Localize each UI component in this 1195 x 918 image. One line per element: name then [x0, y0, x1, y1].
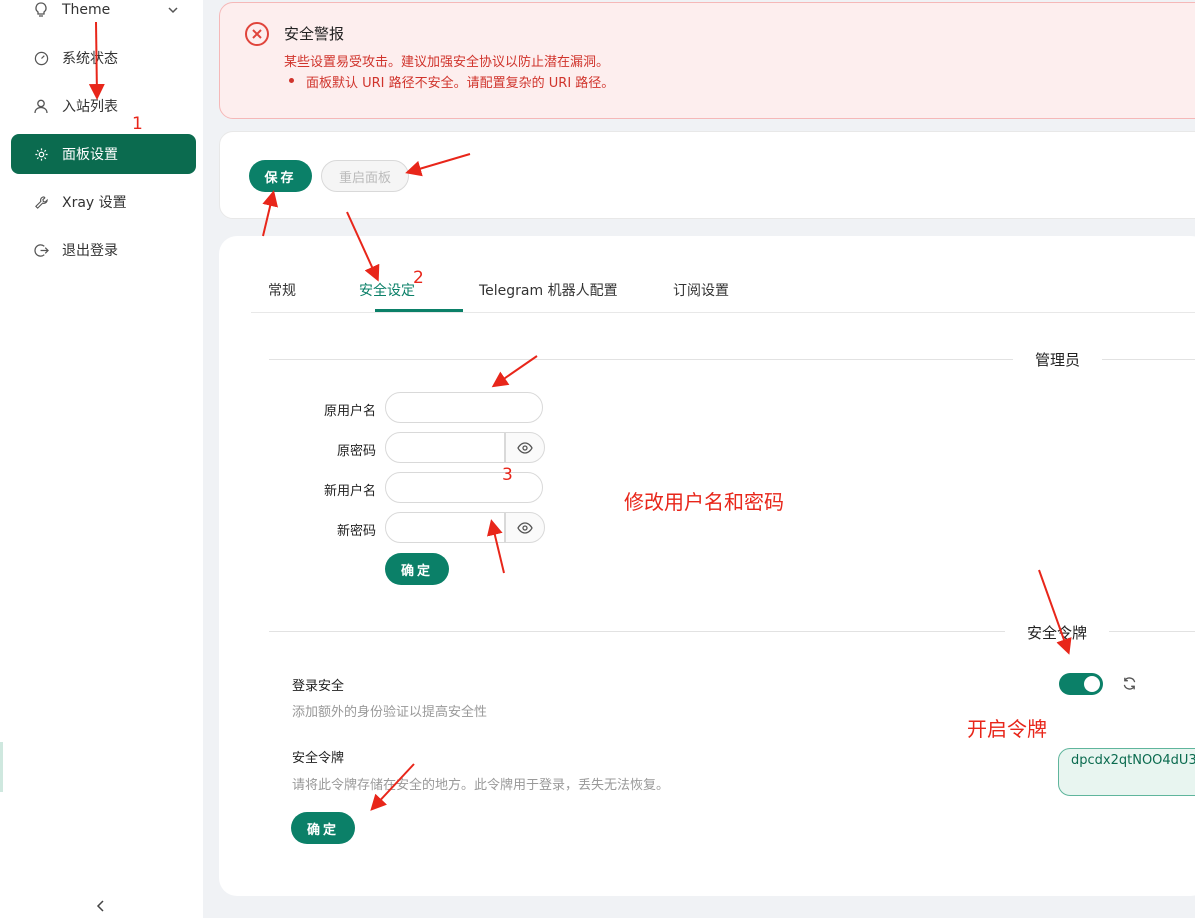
tab-security[interactable]: 安全设定	[359, 282, 415, 312]
old-username-field[interactable]	[385, 392, 543, 423]
tab-general[interactable]: 常规	[268, 282, 296, 312]
eye-icon[interactable]	[505, 432, 545, 463]
alert-title: 安全警报	[284, 25, 345, 43]
old-username-label: 原用户名	[323, 404, 376, 419]
error-circle-icon	[244, 21, 270, 51]
save-button[interactable]: 保存	[249, 160, 312, 192]
annotation-number-2: 2	[413, 268, 424, 288]
admin-confirm-button[interactable]: 确定	[385, 553, 449, 585]
sidebar-item-theme[interactable]: Theme	[11, 0, 196, 30]
annotation-token-note: 开启令牌	[967, 717, 1047, 741]
settings-card: 常规 安全设定 Telegram 机器人配置 订阅设置 管理员 原用户名 原密码…	[219, 236, 1195, 896]
active-tab-indicator	[375, 309, 463, 312]
bulb-icon	[33, 2, 49, 18]
switch-knob	[1084, 676, 1100, 692]
login-security-description: 添加额外的身份验证以提高安全性	[292, 705, 488, 720]
login-security-switch[interactable]	[1059, 673, 1103, 695]
sidebar-item-label: Xray 设置	[62, 195, 127, 211]
new-username-field[interactable]	[385, 472, 543, 503]
login-security-title: 登录安全	[292, 679, 345, 694]
admin-section-title: 管理员	[1013, 349, 1103, 370]
token-title: 安全令牌	[292, 751, 345, 766]
old-password-field[interactable]	[385, 432, 505, 463]
toolbar-card: 保存 重启面板	[219, 131, 1195, 219]
annotation-modify-note: 修改用户名和密码	[624, 490, 784, 514]
sidebar-item-label: Theme	[62, 2, 111, 18]
sidebar-item-panel-settings[interactable]: 面板设置	[11, 134, 196, 174]
annotation-number-1: 1	[132, 114, 143, 134]
token-section-title: 安全令牌	[1005, 622, 1110, 643]
sidebar-item-inbounds[interactable]: 入站列表	[11, 86, 196, 126]
sidebar-item-system-status[interactable]: 系统状态	[11, 38, 196, 78]
user-icon	[33, 98, 49, 114]
annotation-number-3: 3	[502, 465, 513, 485]
wrench-icon	[33, 194, 49, 210]
restart-panel-button[interactable]: 重启面板	[321, 160, 409, 192]
sidebar-item-label: 退出登录	[62, 243, 118, 259]
sidebar-item-label: 面板设置	[62, 147, 118, 163]
chevron-down-icon	[168, 2, 178, 18]
alert-item: 面板默认 URI 路径不安全。请配置复杂的 URI 路径。	[288, 72, 614, 91]
old-password-label: 原密码	[336, 444, 376, 459]
tab-subscription[interactable]: 订阅设置	[673, 282, 729, 312]
sidebar-item-label: 入站列表	[62, 99, 118, 115]
token-description: 请将此令牌存储在安全的地方。此令牌用于登录，丢失无法恢复。	[292, 778, 670, 793]
sidebar-edge-highlight	[0, 742, 3, 792]
new-username-label: 新用户名	[323, 484, 376, 499]
sidebar: Theme 系统状态 入站列表 面板设置 Xray 设置 退出登录	[0, 0, 203, 918]
token-confirm-button[interactable]: 确定	[291, 812, 355, 844]
security-alert: 安全警报 某些设置易受攻击。建议加强安全协议以防止潜在漏洞。 面板默认 URI …	[219, 2, 1195, 119]
tab-bar: 常规 安全设定 Telegram 机器人配置 订阅设置	[251, 282, 1195, 313]
logout-icon	[33, 242, 49, 258]
token-value-field[interactable]: dpcdx2qtNOO4dU3	[1058, 748, 1195, 796]
new-password-field[interactable]	[385, 512, 505, 543]
refresh-icon[interactable]	[1122, 676, 1137, 695]
alert-description: 某些设置易受攻击。建议加强安全协议以防止潜在漏洞。	[284, 55, 610, 70]
sidebar-item-logout[interactable]: 退出登录	[11, 230, 196, 270]
gear-icon	[33, 146, 49, 162]
sidebar-item-label: 系统状态	[62, 51, 118, 67]
collapse-sidebar-icon[interactable]	[96, 898, 110, 914]
eye-icon[interactable]	[505, 512, 545, 543]
new-password-label: 新密码	[336, 524, 376, 539]
sidebar-item-xray-settings[interactable]: Xray 设置	[11, 182, 196, 222]
dashboard-icon	[33, 50, 49, 66]
tab-telegram[interactable]: Telegram 机器人配置	[479, 282, 618, 312]
